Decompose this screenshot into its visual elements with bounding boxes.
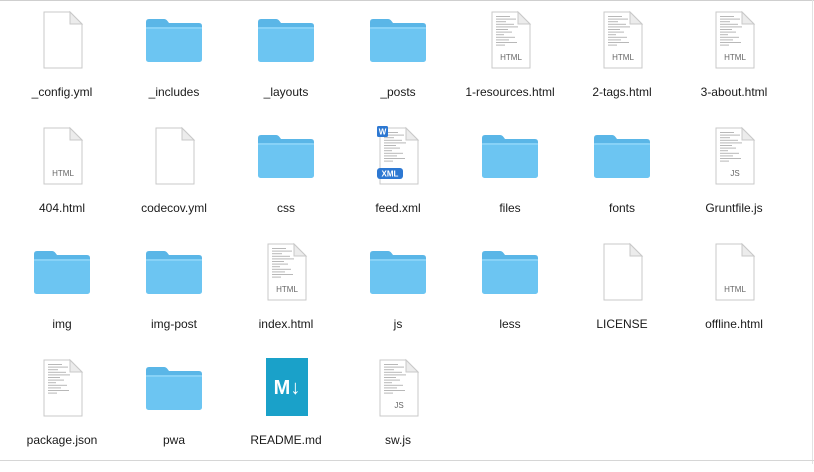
file-item[interactable]: _config.yml [6,8,118,124]
file-item[interactable]: W XML feed.xml [342,124,454,240]
file-item[interactable]: LICENSE [566,240,678,356]
file-name-label[interactable]: 2-tags.html [592,85,651,99]
file-item[interactable]: files [454,124,566,240]
file-name-label[interactable]: img-post [151,317,197,331]
folder-icon[interactable] [30,240,94,304]
window-right-border [812,0,813,464]
file-item[interactable]: js [342,240,454,356]
file-item[interactable]: package.json [6,356,118,472]
file-icon-grid: _config.yml _includes _layouts _posts HT… [6,8,790,472]
folder-icon[interactable] [478,124,542,188]
xml-file-icon[interactable]: W XML [366,124,430,188]
file-name-label[interactable]: codecov.yml [141,201,207,215]
file-name-label[interactable]: index.html [259,317,314,331]
file-item[interactable]: css [230,124,342,240]
file-item[interactable]: HTML 404.html [6,124,118,240]
file-name-label[interactable]: _includes [149,85,200,99]
file-type-badge: HTML [52,169,74,178]
code-file-icon[interactable]: JS [366,356,430,420]
file-name-label[interactable]: 3-about.html [701,85,768,99]
file-name-label[interactable]: pwa [163,433,185,447]
svg-text:XML: XML [382,170,399,179]
file-type-badge: JS [730,169,739,178]
file-name-label[interactable]: img [52,317,71,331]
file-name-label[interactable]: files [499,201,520,215]
document-file-icon[interactable] [30,8,94,72]
file-type-badge: HTML [724,53,746,62]
file-name-label[interactable]: _layouts [264,85,309,99]
file-name-label[interactable]: LICENSE [596,317,647,331]
svg-text:W: W [379,128,387,137]
file-item[interactable]: img-post [118,240,230,356]
file-name-label[interactable]: _config.yml [32,85,93,99]
file-item[interactable]: pwa [118,356,230,472]
file-item[interactable]: fonts [566,124,678,240]
file-type-badge: HTML [276,285,298,294]
file-name-label[interactable]: sw.js [385,433,411,447]
svg-text:M↓: M↓ [274,377,301,399]
code-file-icon[interactable]: JS [702,124,766,188]
file-name-label[interactable]: _posts [380,85,415,99]
file-name-label[interactable]: Gruntfile.js [705,201,762,215]
folder-icon[interactable] [142,8,206,72]
folder-icon[interactable] [478,240,542,304]
code-file-icon[interactable]: HTML [254,240,318,304]
folder-icon[interactable] [142,356,206,420]
file-item[interactable]: HTML 3-about.html [678,8,790,124]
file-item[interactable]: _layouts [230,8,342,124]
folder-icon[interactable] [254,8,318,72]
file-name-label[interactable]: 404.html [39,201,85,215]
file-type-badge: JS [394,401,403,410]
document-file-icon[interactable]: HTML [702,240,766,304]
file-item[interactable]: HTML offline.html [678,240,790,356]
file-name-label[interactable]: feed.xml [375,201,420,215]
file-item[interactable]: M↓ README.md [230,356,342,472]
markdown-file-icon[interactable]: M↓ [254,356,318,420]
file-type-badge: HTML [724,285,746,294]
file-name-label[interactable]: README.md [250,433,321,447]
file-item[interactable]: HTML index.html [230,240,342,356]
folder-icon[interactable] [590,124,654,188]
code-file-icon[interactable] [30,356,94,420]
file-name-label[interactable]: js [394,317,403,331]
document-file-icon[interactable] [590,240,654,304]
file-item[interactable]: less [454,240,566,356]
file-item[interactable]: JS sw.js [342,356,454,472]
file-name-label[interactable]: offline.html [705,317,763,331]
file-item[interactable]: _posts [342,8,454,124]
window-top-border [0,0,814,1]
file-item[interactable]: HTML 1-resources.html [454,8,566,124]
file-item[interactable]: HTML 2-tags.html [566,8,678,124]
file-name-label[interactable]: less [499,317,520,331]
file-type-badge: HTML [500,53,522,62]
file-item[interactable]: img [6,240,118,356]
document-file-icon[interactable] [142,124,206,188]
folder-icon[interactable] [254,124,318,188]
file-item[interactable]: _includes [118,8,230,124]
file-type-badge: HTML [612,53,634,62]
code-file-icon[interactable]: HTML [702,8,766,72]
code-file-icon[interactable]: HTML [478,8,542,72]
file-item[interactable]: codecov.yml [118,124,230,240]
file-name-label[interactable]: package.json [27,433,98,447]
folder-icon[interactable] [366,8,430,72]
document-file-icon[interactable]: HTML [30,124,94,188]
file-name-label[interactable]: 1-resources.html [465,85,554,99]
folder-icon[interactable] [366,240,430,304]
code-file-icon[interactable]: HTML [590,8,654,72]
file-name-label[interactable]: css [277,201,295,215]
file-name-label[interactable]: fonts [609,201,635,215]
file-item[interactable]: JS Gruntfile.js [678,124,790,240]
folder-icon[interactable] [142,240,206,304]
